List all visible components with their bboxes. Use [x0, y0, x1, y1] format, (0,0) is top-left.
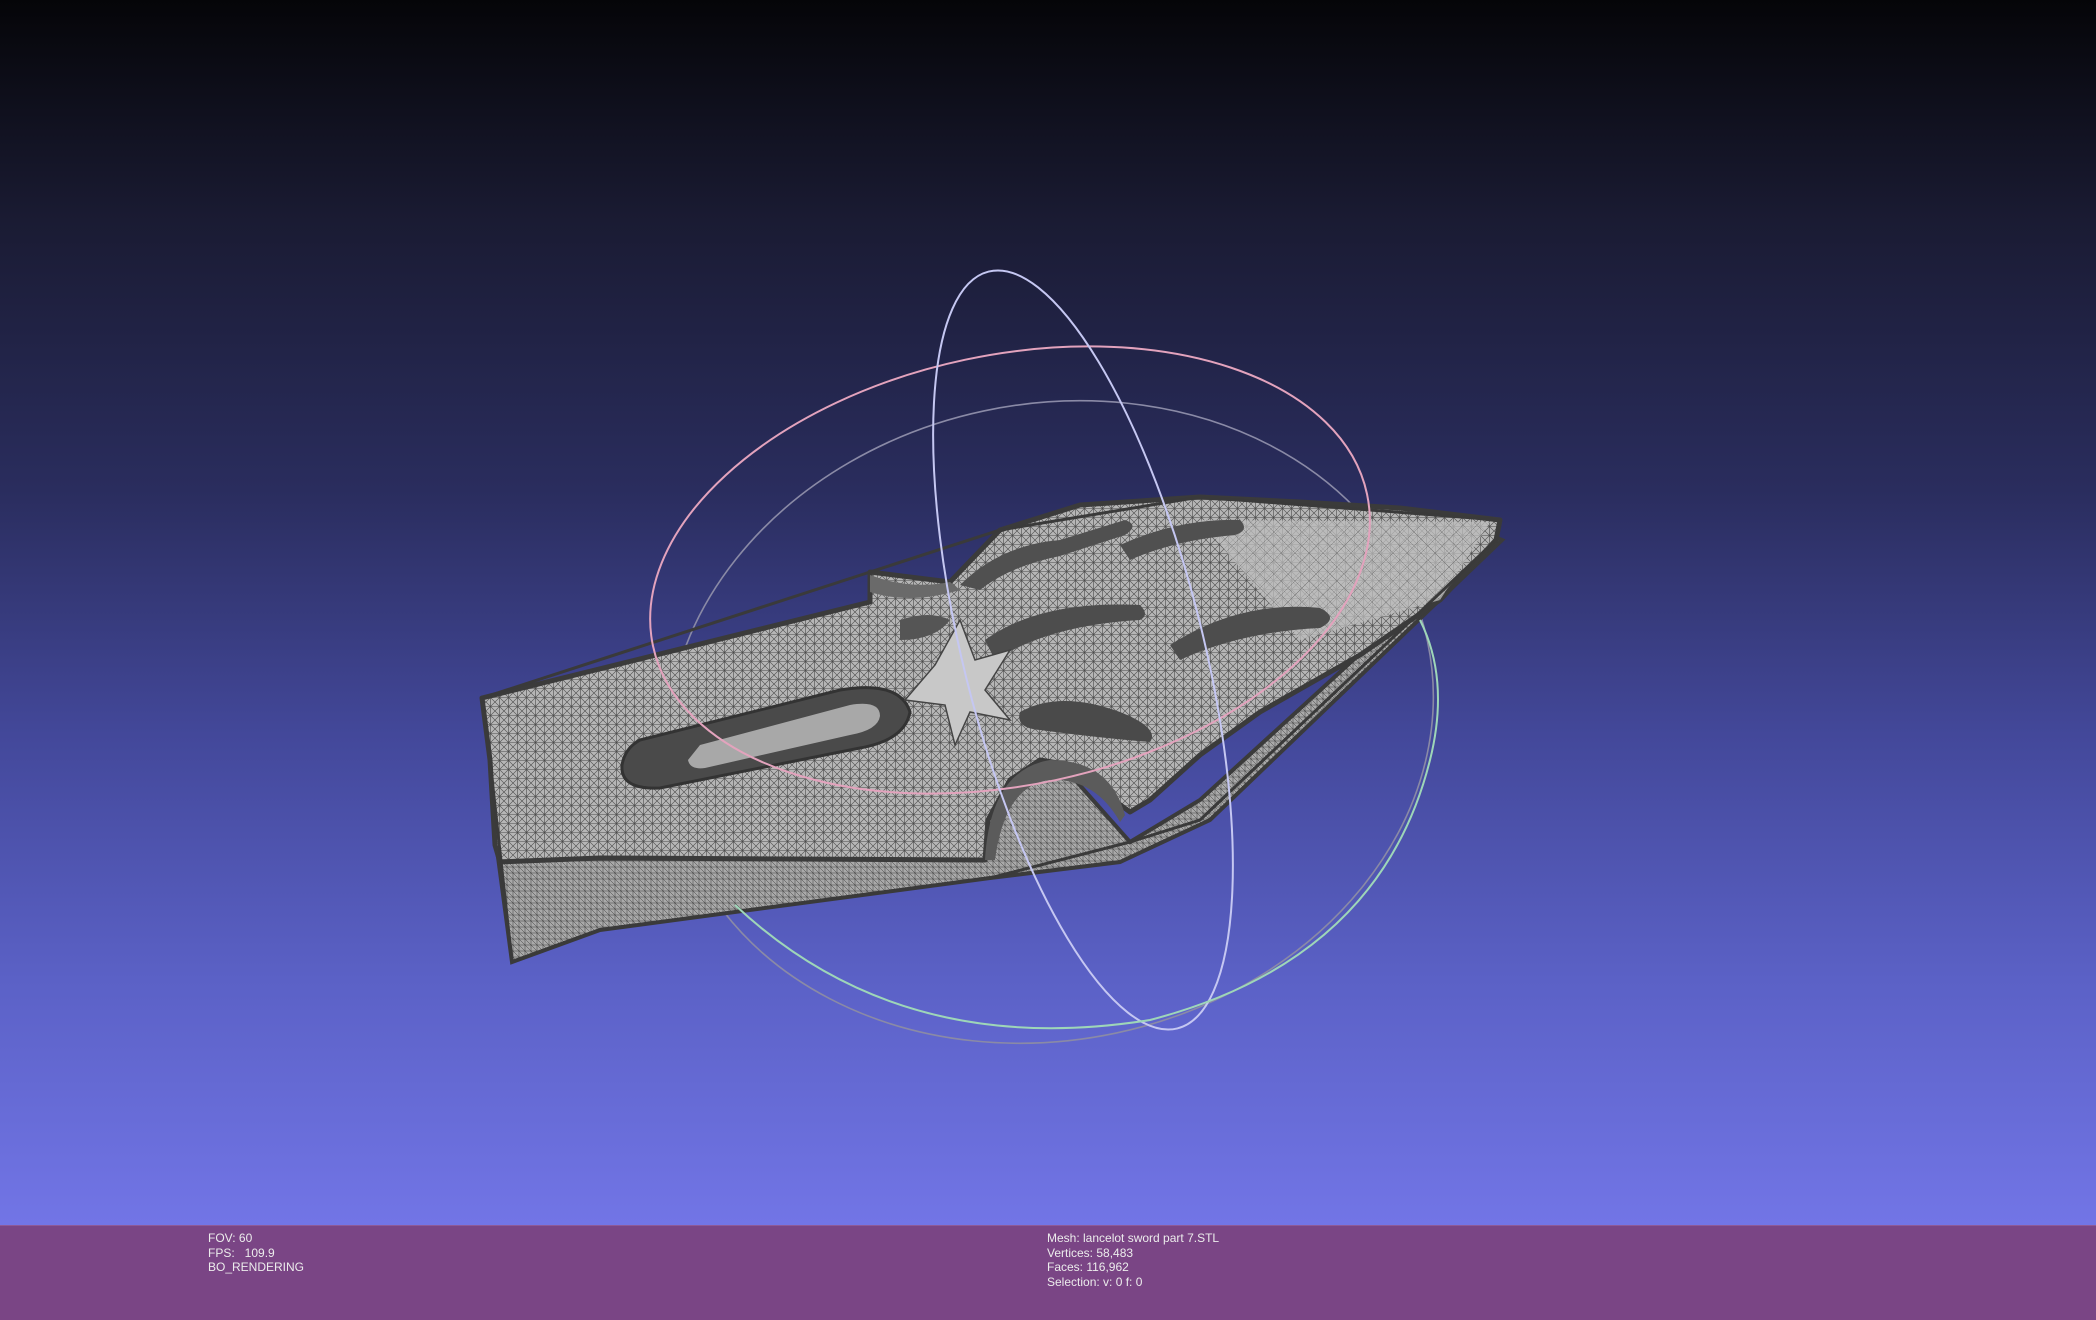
fps-readout: FPS: 109.9 [208, 1245, 275, 1260]
render-info: FOV: 60 FPS: 109.9 BO_RENDERING [208, 1231, 304, 1275]
render-mode-readout: BO_RENDERING [208, 1260, 305, 1274]
selection-readout: Selection: v: 0 f: 0 [1047, 1274, 1143, 1289]
mesh-name-readout: Mesh: lancelot sword part 7.STL [1047, 1231, 1220, 1245]
vertices-readout: Vertices: 58,483 [1047, 1245, 1134, 1260]
fov-readout: FOV: 60 [208, 1231, 253, 1245]
3d-viewport[interactable] [0, 0, 2096, 1225]
mesh-scene[interactable] [0, 0, 2096, 1225]
faces-readout: Faces: 116,962 [1047, 1260, 1129, 1274]
status-bar: FOV: 60 FPS: 109.9 BO_RENDERING Mesh: la… [0, 1225, 2096, 1320]
mesh-info: Mesh: lancelot sword part 7.STL Vertices… [1047, 1231, 1219, 1289]
